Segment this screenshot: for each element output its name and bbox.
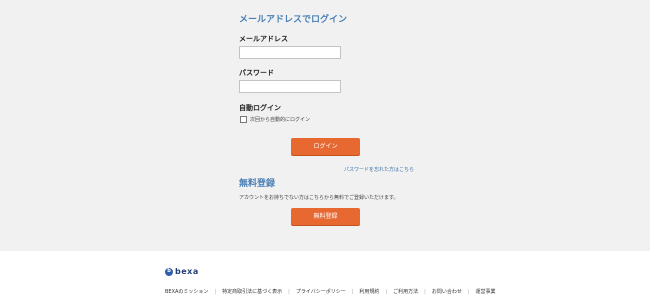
footer-separator: | [288,288,290,295]
footer-separator: | [385,288,388,295]
auto-login-row[interactable]: 次回から自動的にログイン [239,115,310,123]
footer-separator: | [424,288,426,295]
auto-login-label: 自動ログイン [239,104,281,112]
footer-link-terms[interactable]: 利用規約 [359,288,379,295]
footer-logo[interactable]: b bexa [165,267,199,276]
footer-separator: | [214,288,217,295]
footer-link-company[interactable]: 運営事業 [476,288,496,295]
password-label: パスワード [239,69,274,77]
footer-separator: | [351,288,354,295]
bexa-logo-icon: b [165,267,173,276]
footer-separator: | [467,288,470,295]
login-panel: メールアドレスでログイン メールアドレス パスワード 自動ログイン 次回から自動… [239,0,419,251]
footer-link-usage[interactable]: ご利用方法 [393,288,418,295]
password-field[interactable] [239,80,341,93]
logo-text: bexa [175,267,199,276]
auto-login-checkbox[interactable] [240,115,247,123]
footer-link-privacy[interactable]: プライバシーポリシー [296,288,346,295]
email-label: メールアドレス [239,35,288,43]
auto-login-checkbox-label[interactable]: 次回から自動的にログイン [250,116,310,123]
register-description: アカウントをお持ちでない方はこちらから無料でご登録いただけます。 [239,195,399,201]
footer-link-mission[interactable]: BEXAのミッション [165,288,208,295]
register-button[interactable]: 無料登録 [291,208,360,225]
email-field[interactable] [239,46,341,59]
footer-link-commerce-law[interactable]: 特定商取引法に基づく表示 [222,288,282,295]
login-title: メールアドレスでログイン [239,15,348,25]
login-button[interactable]: ログイン [291,138,360,155]
register-title: 無料登録 [239,179,276,189]
main-area: メールアドレスでログイン メールアドレス パスワード 自動ログイン 次回から自動… [0,0,650,251]
footer-link-contact[interactable]: お問い合わせ [432,288,462,295]
footer-links: BEXAのミッション | 特定商取引法に基づく表示 | プライバシーポリシー |… [165,288,496,296]
forgot-password-link[interactable]: パスワードを忘れた方はこちら [344,166,414,173]
